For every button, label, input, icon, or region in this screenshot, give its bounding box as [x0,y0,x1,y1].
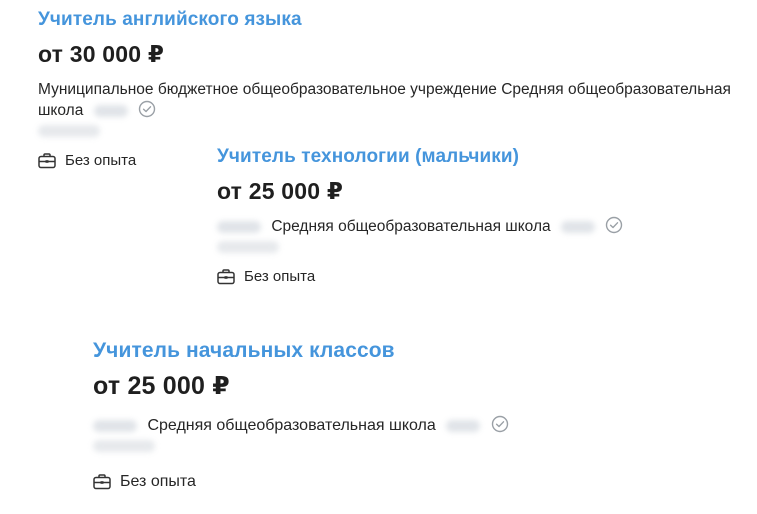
experience-label: Без опыта [244,268,316,285]
vacancy-title-link[interactable]: Учитель начальных классов [93,338,395,364]
vacancy-title-link[interactable]: Учитель английского языка [38,8,302,32]
vacancy-company: Средняя общеобразовательная школа [93,415,653,452]
redacted-address [217,241,279,253]
redacted-address [93,440,155,452]
briefcase-icon [93,474,111,490]
vacancy-company: Муниципальное бюджетное общеобразователь… [38,79,738,137]
vacancy-salary: от 30 000 ₽ [38,41,165,67]
redacted-text [446,419,481,432]
redacted-text [93,419,137,432]
vacancy-title-link[interactable]: Учитель технологии (мальчики) [217,145,519,169]
redacted-text [93,104,128,117]
vacancy-salary: от 25 000 ₽ [93,372,230,400]
company-name-link[interactable]: Средняя общеобразовательная школа [147,417,435,434]
vacancy-experience: Без опыта [217,267,647,287]
experience-label: Без опыта [120,473,196,490]
redacted-text [217,220,261,233]
vacancy-card: Учитель начальных классов от 25 000 ₽ Ср… [93,338,653,492]
vacancy-card: Учитель технологии (мальчики) от 25 000 … [217,145,647,287]
company-name-link[interactable]: Средняя общеобразовательная школа [271,218,550,235]
redacted-address [38,125,100,137]
vacancy-experience: Без опыта [93,472,653,492]
experience-label: Без опыта [65,152,137,169]
check-circle-icon [491,415,508,432]
briefcase-icon [217,269,235,285]
briefcase-icon [38,153,56,169]
check-circle-icon [606,216,623,234]
vacancy-company: Средняя общеобразовательная школа [217,216,647,253]
check-circle-icon [138,100,156,118]
vacancy-salary: от 25 000 ₽ [217,178,344,204]
redacted-text [560,220,595,233]
